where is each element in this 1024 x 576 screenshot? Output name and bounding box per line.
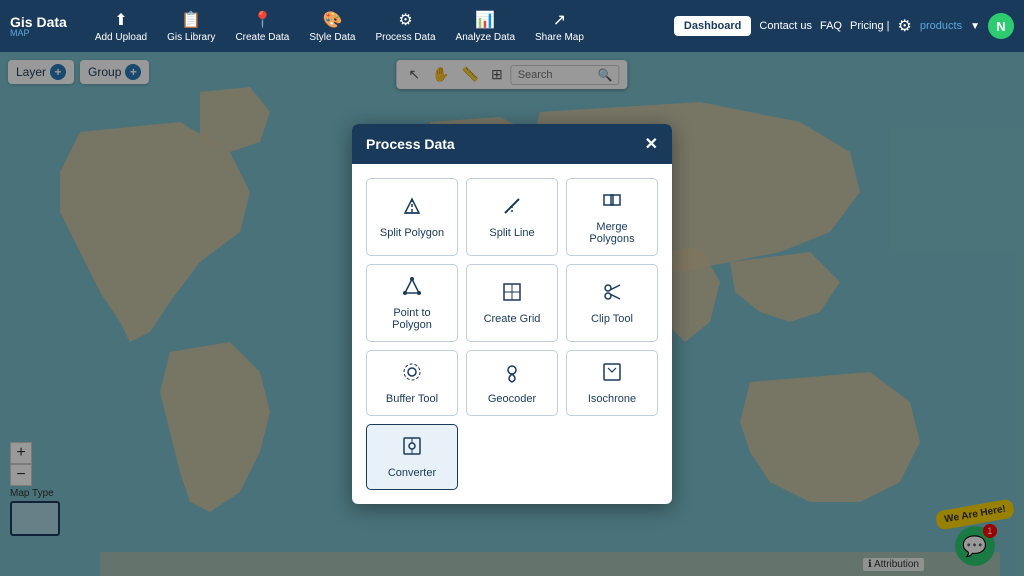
point-to-polygon-icon <box>401 275 423 302</box>
clip-tool-icon <box>601 281 623 308</box>
create-grid-button[interactable]: Create Grid <box>466 264 558 342</box>
isochrone-label: Isochrone <box>588 393 636 405</box>
nav-items: ⬆ Add Upload 📋 Gis Library 📍 Create Data… <box>87 6 674 47</box>
nav-process-data[interactable]: ⚙ Process Data <box>368 6 444 47</box>
nav-share-map[interactable]: ↗ Share Map <box>527 6 592 47</box>
isochrone-icon <box>601 361 623 388</box>
buffer-tool-button[interactable]: Buffer Tool <box>366 350 458 416</box>
point-to-polygon-label: Point to Polygon <box>373 307 451 331</box>
geocoder-icon <box>501 361 523 388</box>
process-icon: ⚙ <box>398 10 412 30</box>
nav-right: Dashboard Contact us FAQ Pricing | ⚙ pro… <box>674 13 1014 39</box>
nav-add-upload[interactable]: ⬆ Add Upload <box>87 6 155 47</box>
share-icon: ↗ <box>553 10 566 30</box>
split-polygon-label: Split Polygon <box>380 227 444 239</box>
buffer-tool-icon <box>401 361 423 388</box>
modal-title: Process Data <box>366 136 455 152</box>
modal-close-button[interactable]: ✕ <box>645 134 658 154</box>
modal-body: Split Polygon Split Line Merge Polygons <box>352 164 672 504</box>
style-icon: 🎨 <box>322 10 342 30</box>
create-grid-label: Create Grid <box>484 313 541 325</box>
map-container: ↖ ✋ 📏 ⊞ 🔍 Layer + Group + + − Map Type ℹ… <box>0 52 1024 576</box>
split-line-icon <box>501 195 523 222</box>
split-polygon-icon <box>401 195 423 222</box>
nav-gis-library-label: Gis Library <box>167 32 215 43</box>
clip-tool-label: Clip Tool <box>591 313 633 325</box>
faq-link[interactable]: FAQ <box>820 20 842 32</box>
nav-create-data[interactable]: 📍 Create Data <box>227 6 297 47</box>
split-polygon-button[interactable]: Split Polygon <box>366 178 458 256</box>
nav-add-upload-label: Add Upload <box>95 32 147 43</box>
logo-subtitle: MAP <box>10 29 67 38</box>
analyze-icon: 📊 <box>475 10 495 30</box>
nav-style-data-label: Style Data <box>309 32 355 43</box>
nav-arrow-icon: ▼ <box>970 21 980 32</box>
merge-polygons-icon <box>601 189 623 216</box>
point-to-polygon-button[interactable]: Point to Polygon <box>366 264 458 342</box>
nav-process-data-label: Process Data <box>376 32 436 43</box>
converter-icon <box>401 435 423 462</box>
buffer-tool-label: Buffer Tool <box>386 393 438 405</box>
merge-polygons-button[interactable]: Merge Polygons <box>566 178 658 256</box>
process-data-modal: Process Data ✕ Split Polygon Split Line <box>352 124 672 504</box>
geocoder-label: Geocoder <box>488 393 536 405</box>
converter-label: Converter <box>388 467 436 479</box>
clip-tool-button[interactable]: Clip Tool <box>566 264 658 342</box>
nav-style-data[interactable]: 🎨 Style Data <box>301 6 363 47</box>
contact-link[interactable]: Contact us <box>759 20 812 32</box>
upload-icon: ⬆ <box>114 10 127 30</box>
isochrone-button[interactable]: Isochrone <box>566 350 658 416</box>
split-line-button[interactable]: Split Line <box>466 178 558 256</box>
merge-polygons-label: Merge Polygons <box>573 221 651 245</box>
library-icon: 📋 <box>181 10 201 30</box>
nav-gis-library[interactable]: 📋 Gis Library <box>159 6 223 47</box>
pricing-link[interactable]: Pricing | <box>850 20 890 32</box>
nav-create-data-label: Create Data <box>235 32 289 43</box>
nav-analyze-data[interactable]: 📊 Analyze Data <box>448 6 523 47</box>
converter-button[interactable]: Converter <box>366 424 458 490</box>
dashboard-button[interactable]: Dashboard <box>674 16 751 36</box>
nav-analyze-data-label: Analyze Data <box>456 32 515 43</box>
products-link[interactable]: products <box>920 20 962 32</box>
create-icon: 📍 <box>252 10 272 30</box>
logo-area: Gis Data MAP <box>10 15 67 38</box>
modal-overlay[interactable]: Process Data ✕ Split Polygon Split Line <box>0 52 1024 576</box>
logo-title: Gis Data <box>10 15 67 29</box>
modal-header: Process Data ✕ <box>352 124 672 164</box>
nav-share-map-label: Share Map <box>535 32 584 43</box>
create-grid-icon <box>501 281 523 308</box>
settings-icon[interactable]: ⚙ <box>898 16 912 36</box>
split-line-label: Split Line <box>489 227 534 239</box>
geocoder-button[interactable]: Geocoder <box>466 350 558 416</box>
navbar: Gis Data MAP ⬆ Add Upload 📋 Gis Library … <box>0 0 1024 52</box>
user-avatar[interactable]: N <box>988 13 1014 39</box>
